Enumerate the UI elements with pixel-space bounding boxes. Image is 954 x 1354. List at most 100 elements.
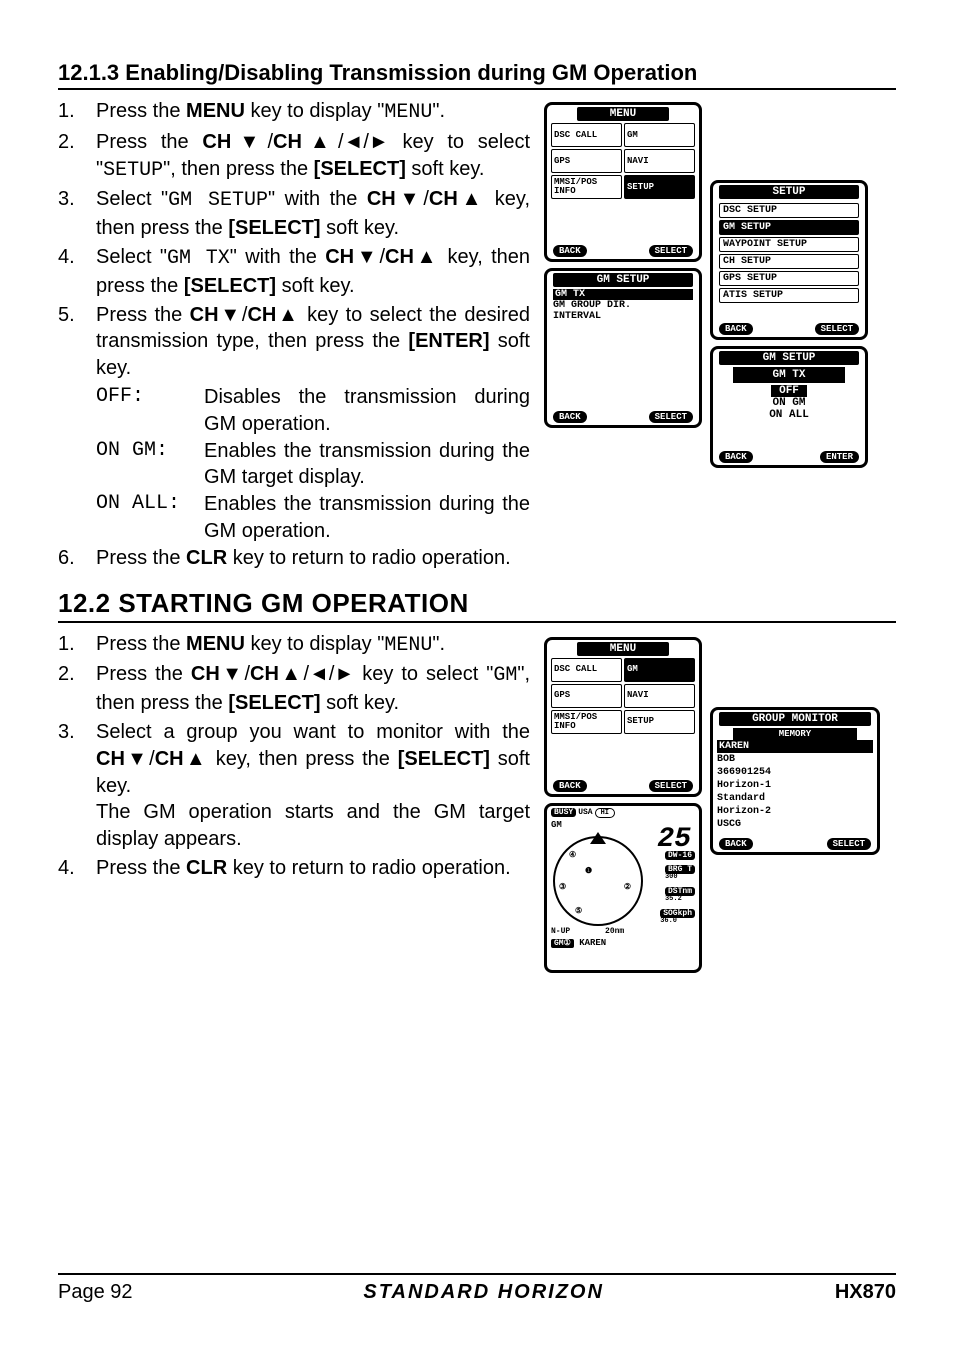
lcd-menu2-grid: DSC CALLGMGPSNAVIMMSI/POS INFOSETUP [547, 658, 699, 734]
brg-label: BRG T [665, 865, 695, 874]
step-item: 5.Press the CH▼/CH▲ key to select the de… [58, 302, 530, 382]
select-pill: SELECT [815, 323, 859, 335]
menu-cell: MMSI/POS INFO [551, 175, 622, 199]
lcd-menu-title: MENU [577, 107, 668, 121]
back-pill: BACK [719, 323, 753, 335]
memory-item: 366901254 [717, 766, 873, 779]
page-number: Page 92 [58, 1281, 133, 1304]
usa-label: USA [578, 808, 592, 817]
menu-cell: GM [624, 658, 695, 682]
back-pill: BACK [553, 411, 587, 423]
lcd-setup-list: DSC SETUP GM SETUP WAYPOINT SETUP CH SETUP G… [713, 201, 865, 307]
memory-item: BOB [717, 753, 873, 766]
gmtx-option: OFF [713, 385, 865, 397]
lcd-gmsetup-list: GM TXGM GROUP DIR.INTERVAL [547, 289, 699, 322]
lcd-gmsetup-title: GM SETUP [553, 273, 693, 287]
lcd-menu2-title: MENU [577, 642, 668, 656]
step-item: 2.Press the CH▼/CH▲/◄/► key to select "S… [58, 129, 530, 185]
dst-label: DSTnm [665, 887, 695, 896]
gm-target-name: KAREN [579, 938, 606, 948]
section1-columns: 1.Press the MENU key to display "MENU".2… [58, 98, 896, 574]
select-pill: SELECT [827, 838, 871, 850]
lcd-group-monitor: GROUP MONITOR MEMORY KARENBOB366901254Ho… [710, 707, 880, 855]
setup-item: GM SETUP [719, 220, 859, 235]
gmsetup-item: INTERVAL [547, 311, 699, 322]
nup-label: N-UP [551, 927, 570, 936]
step-item: 6.Press the CLR key to return to radio o… [58, 545, 530, 572]
setup-item: GPS SETUP [719, 271, 859, 286]
lcd-menu: MENU DSC CALLGMGPSNAVIMMSI/POS INFOSETUP… [544, 102, 702, 262]
step-item: 1.Press the MENU key to display "MENU". [58, 98, 530, 127]
menu-cell: GPS [551, 149, 622, 173]
menu-cell: MMSI/POS INFO [551, 710, 622, 734]
setup-item: CH SETUP [719, 254, 859, 269]
menu-cell: NAVI [624, 684, 695, 708]
gmtx-option: ON ALL [713, 409, 865, 421]
def-row: ON ALL:Enables the transmission during t… [96, 491, 530, 545]
menu-cell: GM [624, 123, 695, 147]
lcd-gmtx: GM SETUP GM TX OFFON GMON ALL BACK ENTER [710, 346, 868, 468]
lcd-groupmon-list: KARENBOB366901254Horizon-1StandardHorizo… [713, 740, 877, 831]
memory-item: USCG [717, 818, 873, 831]
section1-defs: OFF:Disables the transmission during GM … [96, 384, 530, 545]
lcd-groupmon-sub: MEMORY [733, 728, 857, 740]
back-pill: BACK [553, 780, 587, 792]
section2-text: 1.Press the MENU key to display "MENU".2… [58, 631, 530, 973]
section1-step6: 6.Press the CLR key to return to radio o… [58, 545, 530, 572]
brand-logo: STANDARD HORIZON [363, 1281, 604, 1304]
gmsetup-item: GM TX [553, 289, 693, 300]
memory-item: KAREN [717, 740, 873, 753]
setup-item: ATIS SETUP [719, 288, 859, 303]
select-pill: SELECT [649, 411, 693, 423]
gmtx-option: ON GM [713, 397, 865, 409]
sog-label: SOGkph [660, 909, 695, 918]
def-row: OFF:Disables the transmission during GM … [96, 384, 530, 438]
menu-cell: SETUP [624, 710, 695, 734]
select-pill: SELECT [649, 780, 693, 792]
section2-steps: 1.Press the MENU key to display "MENU".2… [58, 631, 530, 882]
step-item: 4.Press the CLR key to return to radio o… [58, 855, 530, 882]
menu-cell: DSC CALL [551, 123, 622, 147]
lcd-gmtx-title: GM SETUP [719, 351, 859, 365]
lcd-groupmon-title: GROUP MONITOR [719, 712, 871, 726]
lcd-gmsetup: GM SETUP GM TXGM GROUP DIR.INTERVAL BACK… [544, 268, 702, 428]
busy-badge: BUSY [551, 808, 576, 817]
menu-cell: GPS [551, 684, 622, 708]
lcd-setup-title: SETUP [719, 185, 859, 199]
setup-item: WAYPOINT SETUP [719, 237, 859, 252]
lcd-gmtx-opts: OFFON GMON ALL [713, 383, 865, 421]
step-item: 3.Select "GM SETUP" with the CH▼/CH▲ key… [58, 186, 530, 242]
menu-cell: DSC CALL [551, 658, 622, 682]
gm-index-badge: GM① [551, 939, 574, 948]
section1-screens: MENU DSC CALLGMGPSNAVIMMSI/POS INFOSETUP… [544, 98, 896, 574]
step-item: 4.Select "GM TX" with the CH▼/CH▲ key, t… [58, 244, 530, 300]
sog-value: 36.0 [660, 917, 677, 925]
back-pill: BACK [553, 245, 587, 257]
section2-columns: 1.Press the MENU key to display "MENU".2… [58, 631, 896, 973]
step-item: 2.Press the CH▼/CH▲/◄/► key to select "G… [58, 661, 530, 717]
enter-pill: ENTER [820, 451, 859, 463]
select-pill: SELECT [649, 245, 693, 257]
menu-cell: NAVI [624, 149, 695, 173]
lcd-gmtx-sub: GM TX [733, 367, 845, 383]
section1-steps: 1.Press the MENU key to display "MENU".2… [58, 98, 530, 382]
menu-cell: SETUP [624, 175, 695, 199]
memory-item: Horizon-1 [717, 779, 873, 792]
lcd-gm-target: BUSY USA HI GM 25 DW-16 BRG T300 DSTnm35… [544, 803, 702, 973]
heading-12-1-3: 12.1.3 Enabling/Disabling Transmission d… [58, 60, 896, 90]
memory-item: Standard [717, 792, 873, 805]
step-item: 1.Press the MENU key to display "MENU". [58, 631, 530, 660]
dst-value: 35.2 [665, 895, 682, 903]
setup-item: DSC SETUP [719, 203, 859, 218]
brg-value: 300 [665, 873, 678, 881]
lcd-menu2: MENU DSC CALLGMGPSNAVIMMSI/POS INFOSETUP… [544, 637, 702, 797]
page-footer: Page 92 STANDARD HORIZON HX870 [58, 1273, 896, 1304]
section2-screens: MENU DSC CALLGMGPSNAVIMMSI/POS INFOSETUP… [544, 631, 896, 973]
lcd-menu-grid: DSC CALLGMGPSNAVIMMSI/POS INFOSETUP [547, 123, 699, 199]
back-pill: BACK [719, 838, 753, 850]
dw-badge: DW-16 [665, 851, 695, 860]
step-item: 3.Select a group you want to monitor wit… [58, 719, 530, 853]
section1-text: 1.Press the MENU key to display "MENU".2… [58, 98, 530, 574]
heading-12-2: 12.2 STARTING GM OPERATION [58, 588, 896, 623]
page-content: 12.1.3 Enabling/Disabling Transmission d… [58, 60, 896, 973]
